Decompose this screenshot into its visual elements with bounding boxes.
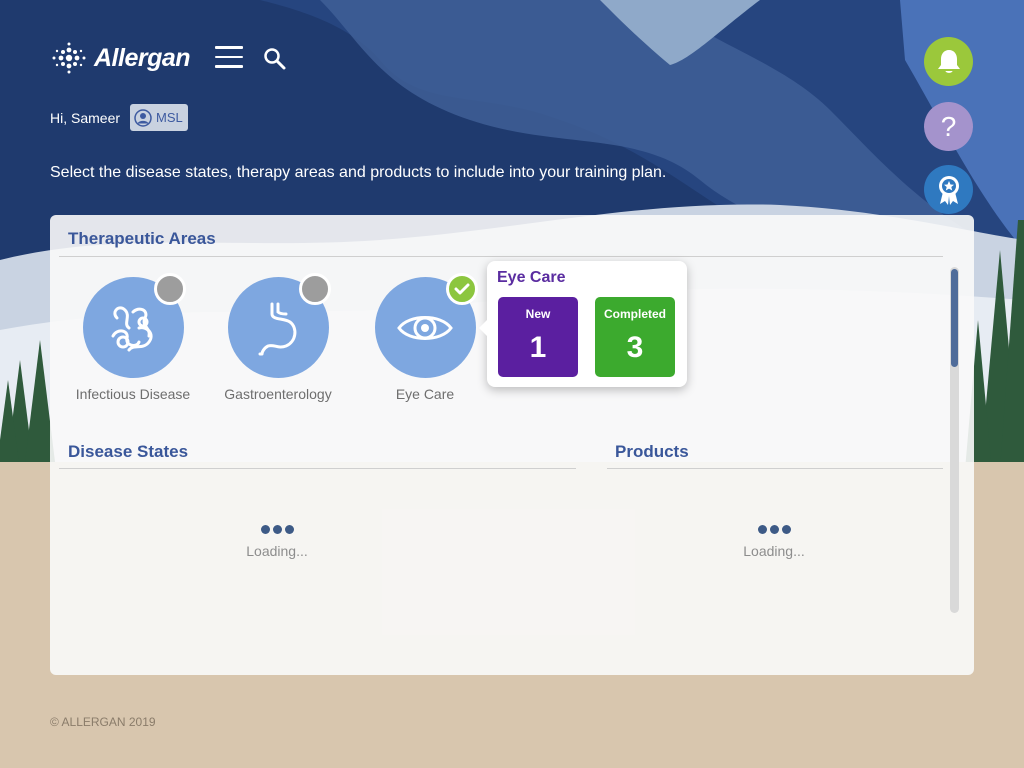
help-icon: ? [940,110,957,142]
eye-care-popover: Eye Care New 1 Completed 3 [479,261,687,387]
hamburger-menu-icon [215,46,243,49]
completed-label: Completed [603,307,666,321]
disease-states-title: Disease States [68,442,189,461]
area-eye-care[interactable]: Eye Care [365,273,485,402]
popover-title: Eye Care [497,269,566,286]
bell-icon [937,49,960,73]
page-instruction: Select the disease states, therapy areas… [50,164,667,181]
loading-text: Loading... [743,543,805,559]
menu-button[interactable] [215,46,243,70]
divider [59,256,943,257]
award-ribbon-icon [938,175,959,205]
search-icon [264,48,286,70]
area-infectious-disease[interactable]: Infectious Disease [73,273,193,402]
area-gastroenterology[interactable]: Gastroenterology [218,273,338,402]
loading-text: Loading... [246,543,308,559]
check-icon [454,283,469,295]
loading-dots-icon [714,525,834,534]
allergan-logo-icon [52,42,86,74]
notifications-button[interactable] [924,37,973,86]
eye-icon [397,315,453,340]
products-title: Products [615,442,689,461]
brand-logo[interactable]: Allergan [50,42,191,74]
scrollbar[interactable] [950,267,959,613]
bacteria-icon [111,305,153,351]
area-selected-toggle[interactable] [445,273,478,305]
completed-count-tile[interactable]: Completed 3 [595,297,675,377]
stomach-icon [258,302,297,355]
role-label: MSL [156,110,183,125]
area-select-toggle[interactable] [298,273,331,305]
completed-count: 3 [626,331,644,364]
new-count: 1 [529,331,547,364]
area-select-toggle[interactable] [153,273,186,305]
divider [607,468,943,469]
awards-button[interactable] [924,165,973,214]
new-count-tile[interactable]: New 1 [498,297,578,377]
area-label: Gastroenterology [224,386,332,402]
disease-states-loading: Loading... [217,525,337,559]
copyright: © ALLERGAN 2019 [50,715,156,729]
products-loading: Loading... [714,525,834,559]
loading-dots-icon [217,525,337,534]
user-greeting: Hi, Sameer [50,110,121,126]
new-label: New [525,307,551,321]
role-badge[interactable]: MSL [130,104,188,131]
therapeutic-areas-title: Therapeutic Areas [68,229,216,248]
search-button[interactable] [262,46,288,72]
brand-name: Allergan [94,43,191,72]
area-label: Eye Care [395,386,455,402]
user-avatar-icon [134,108,152,127]
training-plan-card: Therapeutic Areas Infectious Disease Gas… [50,215,974,675]
area-label: Infectious Disease [75,386,191,402]
divider [59,468,576,469]
scrollbar-thumb[interactable] [951,269,958,367]
help-button[interactable]: ? [924,102,973,151]
